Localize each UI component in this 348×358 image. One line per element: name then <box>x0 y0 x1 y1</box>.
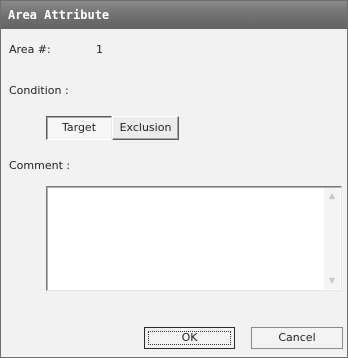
condition-label: Condition : <box>9 84 69 97</box>
ok-button-label: OK <box>181 331 198 344</box>
target-button[interactable]: Target <box>46 116 112 140</box>
comment-textarea[interactable] <box>46 186 342 291</box>
area-number-label: Area #: <box>9 43 51 56</box>
condition-toggle-group: Target Exclusion <box>46 116 179 140</box>
area-attribute-dialog: Area Attribute Area #: 1 Condition : Tar… <box>0 0 348 358</box>
comment-label: Comment : <box>9 159 71 172</box>
ok-button[interactable]: OK <box>144 327 235 349</box>
dialog-title: Area Attribute <box>8 8 110 22</box>
exclusion-button[interactable]: Exclusion <box>112 116 179 140</box>
dialog-title-bar[interactable]: Area Attribute <box>1 1 347 29</box>
area-number-value: 1 <box>96 43 103 56</box>
cancel-button[interactable]: Cancel <box>251 327 343 349</box>
